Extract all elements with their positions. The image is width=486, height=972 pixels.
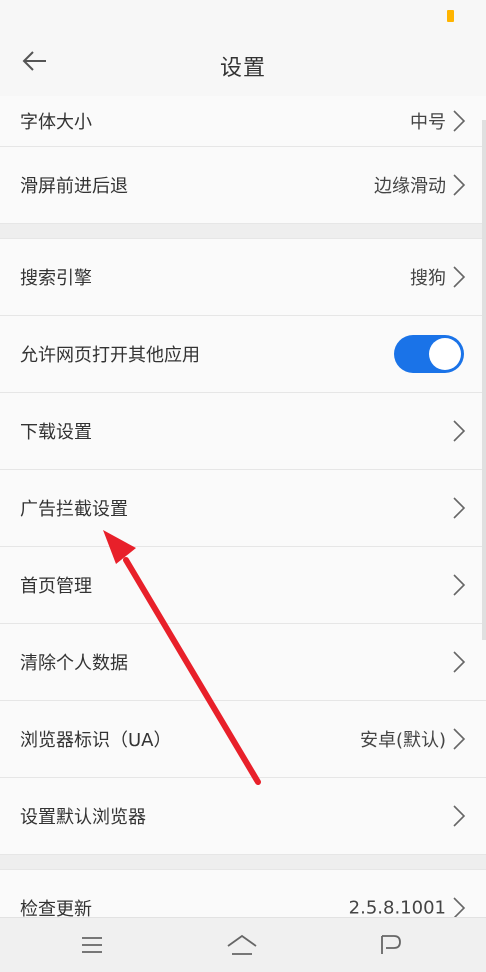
header: 设置 [0,32,486,96]
row-label: 广告拦截设置 [20,499,128,520]
row-check-update[interactable]: 检查更新 2.5.8.1001 [0,870,486,917]
row-value: 搜狗 [410,268,446,289]
system-navbar [0,917,486,972]
row-value: 中号 [410,112,446,133]
chevron-right-icon [453,805,466,827]
row-user-agent[interactable]: 浏览器标识（UA） 安卓(默认) [0,701,486,778]
allow-open-apps-toggle[interactable] [394,335,464,373]
menu-icon [82,937,102,953]
row-clear-personal-data[interactable]: 清除个人数据 [0,624,486,701]
menu-button[interactable] [62,924,122,966]
row-label: 浏览器标识（UA） [20,730,172,751]
chevron-right-icon [453,728,466,750]
battery-icon [447,10,454,22]
row-value: 安卓(默认) [359,730,446,751]
chevron-right-icon [453,420,466,442]
chevron-right-icon [453,897,466,917]
row-homepage-management[interactable]: 首页管理 [0,547,486,624]
row-allow-open-apps: 允许网页打开其他应用 [0,316,486,393]
row-value: 2.5.8.1001 [348,897,446,918]
row-label: 清除个人数据 [20,653,128,674]
row-label: 设置默认浏览器 [20,807,146,828]
row-label: 滑屏前进后退 [20,176,128,197]
home-icon [227,934,257,955]
toggle-knob [429,338,461,370]
section-divider [0,224,486,239]
row-label: 首页管理 [20,576,92,597]
back-nav-button[interactable] [360,924,420,966]
chevron-right-icon [453,266,466,288]
row-download-settings[interactable]: 下载设置 [0,393,486,470]
back-icon [381,935,401,954]
home-button[interactable] [212,924,272,966]
scrollbar[interactable] [482,120,486,640]
row-set-default-browser[interactable]: 设置默认浏览器 [0,778,486,855]
row-label: 字体大小 [20,112,92,133]
page-title: 设置 [219,56,266,81]
row-swipe-nav[interactable]: 滑屏前进后退 边缘滑动 [0,147,486,224]
row-search-engine[interactable]: 搜索引擎 搜狗 [0,239,486,316]
settings-list[interactable]: 字体大小 中号 滑屏前进后退 边缘滑动 搜索引擎 搜狗 允许网页打开其他应用 下… [0,96,486,917]
settings-group: 字体大小 中号 滑屏前进后退 边缘滑动 [0,96,486,224]
settings-group: 检查更新 2.5.8.1001 [0,870,486,917]
row-value: 边缘滑动 [374,176,446,197]
row-label: 下载设置 [20,422,92,443]
settings-group: 搜索引擎 搜狗 允许网页打开其他应用 下载设置 广告拦截设置 首页管理 清除个人… [0,239,486,855]
chevron-right-icon [453,574,466,596]
chevron-right-icon [453,110,466,132]
chevron-right-icon [453,497,466,519]
row-ad-block-settings[interactable]: 广告拦截设置 [0,470,486,547]
row-label: 搜索引擎 [20,268,92,289]
section-divider [0,855,486,870]
status-bar [0,0,486,32]
chevron-right-icon [453,651,466,673]
row-label: 允许网页打开其他应用 [20,345,200,366]
row-label: 检查更新 [20,899,92,917]
chevron-right-icon [453,174,466,196]
row-font-size[interactable]: 字体大小 中号 [0,96,486,147]
